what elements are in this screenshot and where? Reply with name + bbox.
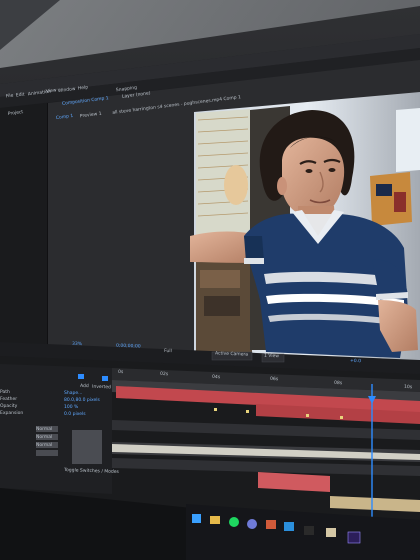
property-value[interactable]: 80.0,80.0 pixels (64, 398, 100, 404)
current-time[interactable]: 0;00;00;00 (116, 344, 141, 350)
view-label[interactable]: 1 View (264, 354, 279, 360)
tiktok-icon[interactable] (304, 526, 314, 535)
blue-label-chip[interactable] (78, 374, 84, 379)
after-effects-icon[interactable] (347, 531, 361, 544)
spotify-icon[interactable] (229, 517, 239, 527)
layer-mode[interactable]: Normal (36, 435, 52, 441)
mask-mode-dropdown[interactable]: Add (80, 384, 89, 390)
app-icon[interactable] (266, 520, 276, 529)
video-frame (190, 92, 420, 370)
ruler-tick: 02s (159, 371, 169, 378)
property-value[interactable]: Shape... (64, 391, 82, 397)
property-value[interactable]: 100 % (64, 405, 78, 411)
keyframe-marker[interactable] (306, 414, 309, 417)
keyframe-marker[interactable] (340, 416, 343, 419)
windows-start-icon[interactable] (192, 514, 201, 523)
property-label: Opacity (0, 404, 18, 409)
app-icon[interactable] (284, 522, 294, 531)
ruler-tick: 0s (117, 369, 124, 376)
resolution-dropdown[interactable]: Full (164, 349, 172, 355)
inverted-checkbox-label[interactable]: Inverted (92, 385, 111, 391)
layer-mode[interactable]: Normal (36, 427, 52, 433)
ruler-tick: 08s (333, 380, 343, 387)
property-label: Feather (0, 397, 18, 402)
file-explorer-icon[interactable] (210, 516, 220, 524)
property-label: Expansion (0, 411, 24, 416)
keyframe-marker[interactable] (246, 410, 249, 413)
zoom-level[interactable]: 33% (72, 342, 82, 348)
property-label: Path (0, 390, 10, 395)
keyframe-marker[interactable] (214, 408, 217, 411)
blue-label-chip[interactable] (102, 376, 108, 381)
ruler-tick: 06s (269, 376, 279, 383)
property-value[interactable]: 0.0 pixels (64, 412, 86, 418)
ruler-tick: 04s (211, 374, 221, 381)
exposure-value[interactable]: +0.0 (350, 359, 361, 365)
app-icon[interactable] (326, 528, 336, 537)
ruler-tick: 10s (403, 384, 413, 391)
browser-icon[interactable] (247, 519, 257, 529)
layer-mode[interactable]: Normal (36, 443, 52, 449)
menu-item-file[interactable]: File (6, 94, 14, 100)
project-panel (0, 103, 48, 348)
monitor-photo (0, 0, 420, 560)
